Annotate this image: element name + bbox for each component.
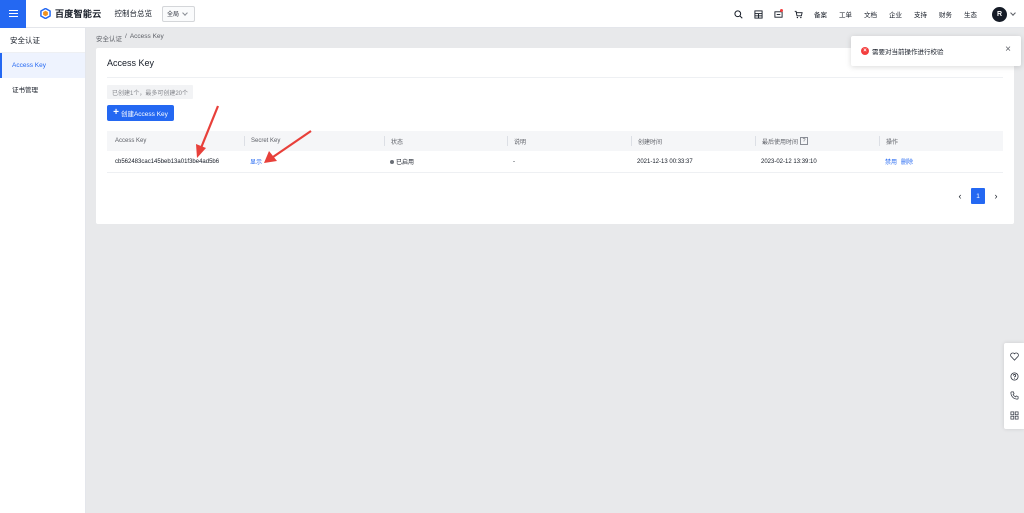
- page-title: Access Key: [107, 58, 155, 68]
- page-number-current[interactable]: 1: [971, 188, 985, 204]
- column-header-last-used: 最后使用时间?: [753, 136, 877, 146]
- nav-finance[interactable]: 财务: [933, 9, 958, 19]
- region-selector[interactable]: 全局: [162, 5, 196, 22]
- sidebar: 安全认证 Access Key 证书管理: [0, 28, 86, 513]
- last-used-time-value: 2023-02-12 13:39:10: [761, 158, 817, 165]
- row-actions: 禁用 删除: [877, 157, 1003, 166]
- status-badge: 已启用: [382, 157, 505, 166]
- status-text: 已启用: [396, 160, 415, 166]
- status-dot-icon: [390, 160, 394, 165]
- message-icon[interactable]: [768, 0, 788, 28]
- feedback-icon[interactable]: [1008, 351, 1020, 363]
- column-header-actions: 操作: [877, 136, 1003, 146]
- nav-beian[interactable]: 备案: [808, 9, 833, 19]
- breadcrumb: 安全认证 / Access Key: [96, 33, 164, 43]
- nav-support[interactable]: 支持: [908, 9, 933, 19]
- column-header-access-key: Access Key: [115, 138, 147, 144]
- prev-page-icon[interactable]: ‹: [953, 188, 967, 204]
- access-key-value: cb562483cac145beb13a01f3be4ad5b6: [115, 158, 220, 165]
- breadcrumb-separator: /: [125, 33, 127, 40]
- table-row: cb562483cac145beb13a01f3be4ad5b6 显示 已启用 …: [107, 151, 1003, 173]
- nav-docs[interactable]: 文档: [858, 9, 883, 19]
- column-header-description: 说明: [505, 136, 629, 146]
- cart-icon[interactable]: [788, 0, 808, 28]
- error-icon: ×: [861, 47, 869, 55]
- chevron-down-icon: [182, 9, 188, 16]
- region-label: 全局: [167, 12, 180, 18]
- create-button-label: 创建Access Key: [120, 111, 168, 118]
- sidebar-item-certificate[interactable]: 证书管理: [0, 78, 85, 100]
- floating-toolbar: [1004, 343, 1024, 429]
- verification-toast: × 需要对当前操作进行校验 ×: [851, 36, 1021, 66]
- plus-icon: +: [113, 106, 119, 118]
- console-overview-link[interactable]: 控制台总览: [115, 8, 153, 19]
- nav-enterprise[interactable]: 企业: [883, 9, 908, 19]
- top-navbar: 百度智能云 控制台总览 全局 备案 工单 文档 企业 支持 财务 生态 R: [0, 0, 1024, 28]
- top-right-toolbar: 备案 工单 文档 企业 支持 财务 生态 R: [728, 0, 1024, 28]
- table-header: Access Key Secret Key 状态 说明 创建时间 最后使用时间?…: [107, 131, 1003, 151]
- column-header-created: 创建时间: [629, 136, 753, 146]
- grid-icon[interactable]: [748, 0, 768, 28]
- breadcrumb-current: Access Key: [129, 33, 164, 40]
- access-key-table: Access Key Secret Key 状态 说明 创建时间 最后使用时间?…: [107, 131, 1003, 173]
- description-value: -: [513, 158, 515, 165]
- notification-dot: [780, 9, 783, 12]
- delete-link[interactable]: 删除: [901, 157, 913, 166]
- help-circle-icon[interactable]: [1008, 370, 1020, 382]
- hamburger-menu-icon[interactable]: [0, 0, 26, 28]
- column-header-status: 状态: [382, 136, 505, 146]
- nav-ticket[interactable]: 工单: [833, 9, 858, 19]
- disable-link[interactable]: 禁用: [885, 157, 897, 166]
- phone-icon[interactable]: [1008, 390, 1020, 402]
- access-key-card: Access Key 已创建1个，最多可创建20个 + 创建Access Key…: [96, 48, 1014, 224]
- pagination: ‹ 1 ›: [953, 188, 1003, 204]
- show-secret-key-link[interactable]: 显示: [250, 160, 262, 166]
- column-header-secret-key: Secret Key: [242, 136, 382, 146]
- create-access-key-button[interactable]: + 创建Access Key: [107, 105, 174, 121]
- created-time-value: 2021-12-13 00:33:37: [637, 158, 693, 165]
- quota-info: 已创建1个，最多可创建20个: [107, 85, 194, 99]
- brand-logo[interactable]: 百度智能云: [40, 7, 102, 20]
- nav-ecosystem[interactable]: 生态: [958, 9, 983, 19]
- sidebar-item-access-key[interactable]: Access Key: [0, 53, 85, 78]
- help-icon[interactable]: ?: [800, 137, 809, 145]
- close-icon[interactable]: ×: [1005, 45, 1011, 55]
- apps-grid-icon[interactable]: [1008, 409, 1020, 421]
- search-icon[interactable]: [728, 0, 748, 28]
- sidebar-title: 安全认证: [0, 28, 85, 53]
- chevron-down-icon[interactable]: [1010, 10, 1016, 16]
- divider: [107, 77, 1003, 78]
- last-used-label: 最后使用时间: [762, 139, 799, 146]
- next-page-icon[interactable]: ›: [989, 188, 1003, 204]
- breadcrumb-parent[interactable]: 安全认证: [96, 33, 122, 43]
- logo-text: 百度智能云: [55, 9, 102, 19]
- avatar[interactable]: R: [992, 6, 1007, 22]
- toast-message: 需要对当前操作进行校验: [872, 49, 944, 56]
- logo-icon: [40, 8, 51, 19]
